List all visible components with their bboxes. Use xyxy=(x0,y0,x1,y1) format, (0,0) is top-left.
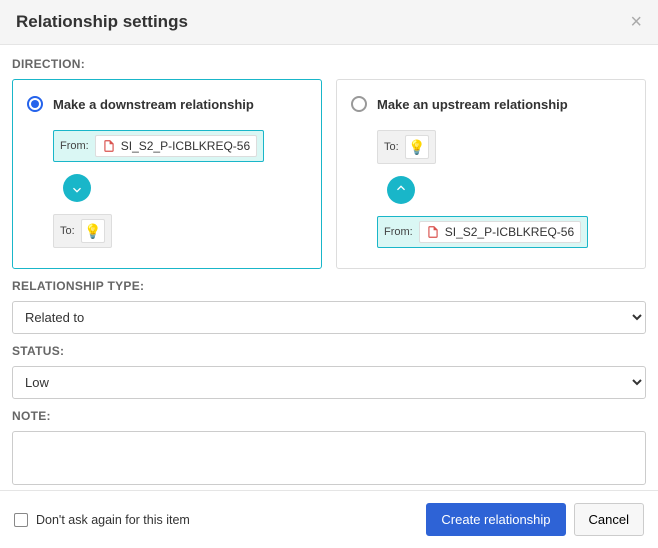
note-label: NOTE: xyxy=(12,409,646,423)
downstream-body: From: SI_S2_P-ICBLKREQ-56 To: 💡 xyxy=(27,130,307,248)
arrow-up-icon xyxy=(387,176,415,204)
from-label: From: xyxy=(60,140,89,152)
dialog-title: Relationship settings xyxy=(16,12,188,32)
dialog-body: DIRECTION: Make a downstream relationshi… xyxy=(0,45,658,490)
status-label: STATUS: xyxy=(12,344,646,358)
upstream-to-chip: To: 💡 xyxy=(377,130,436,164)
downstream-from-value: SI_S2_P-ICBLKREQ-56 xyxy=(121,139,250,153)
to-label: To: xyxy=(384,141,399,153)
to-label: To: xyxy=(60,225,75,237)
downstream-radio[interactable] xyxy=(27,96,43,112)
dont-ask-label: Don't ask again for this item xyxy=(36,513,190,527)
upstream-radio[interactable] xyxy=(351,96,367,112)
direction-label: DIRECTION: xyxy=(12,57,646,71)
direction-cards: Make a downstream relationship From: SI_… xyxy=(12,79,646,269)
upstream-card[interactable]: Make an upstream relationship To: 💡 From… xyxy=(336,79,646,269)
downstream-from-item: SI_S2_P-ICBLKREQ-56 xyxy=(95,135,257,157)
close-icon[interactable]: × xyxy=(630,12,642,32)
document-icon xyxy=(102,139,116,153)
bulb-icon: 💡 xyxy=(405,135,429,159)
upstream-body: To: 💡 From: SI_S2_P-ICBLKREQ-56 xyxy=(351,130,631,248)
upstream-title: Make an upstream relationship xyxy=(377,97,568,112)
upstream-from-value: SI_S2_P-ICBLKREQ-56 xyxy=(445,225,574,239)
downstream-card-head: Make a downstream relationship xyxy=(27,96,307,112)
relationship-type-select[interactable]: Related to xyxy=(12,301,646,334)
document-icon xyxy=(426,225,440,239)
downstream-from-chip: From: SI_S2_P-ICBLKREQ-56 xyxy=(53,130,264,162)
upstream-from-chip: From: SI_S2_P-ICBLKREQ-56 xyxy=(377,216,588,248)
cancel-button[interactable]: Cancel xyxy=(574,503,644,536)
downstream-to-chip: To: 💡 xyxy=(53,214,112,248)
footer-left: Don't ask again for this item xyxy=(14,513,190,527)
dialog-header: Relationship settings × xyxy=(0,0,658,45)
upstream-card-head: Make an upstream relationship xyxy=(351,96,631,112)
footer-right: Create relationship Cancel xyxy=(426,503,644,536)
upstream-from-item: SI_S2_P-ICBLKREQ-56 xyxy=(419,221,581,243)
arrow-down-icon xyxy=(63,174,91,202)
dialog-footer: Don't ask again for this item Create rel… xyxy=(0,490,658,548)
status-select[interactable]: Low xyxy=(12,366,646,399)
bulb-icon: 💡 xyxy=(81,219,105,243)
downstream-title: Make a downstream relationship xyxy=(53,97,254,112)
dont-ask-checkbox[interactable] xyxy=(14,513,28,527)
downstream-card[interactable]: Make a downstream relationship From: SI_… xyxy=(12,79,322,269)
create-relationship-button[interactable]: Create relationship xyxy=(426,503,565,536)
relationship-type-label: RELATIONSHIP TYPE: xyxy=(12,279,646,293)
note-textarea[interactable] xyxy=(12,431,646,485)
from-label: From: xyxy=(384,226,413,238)
